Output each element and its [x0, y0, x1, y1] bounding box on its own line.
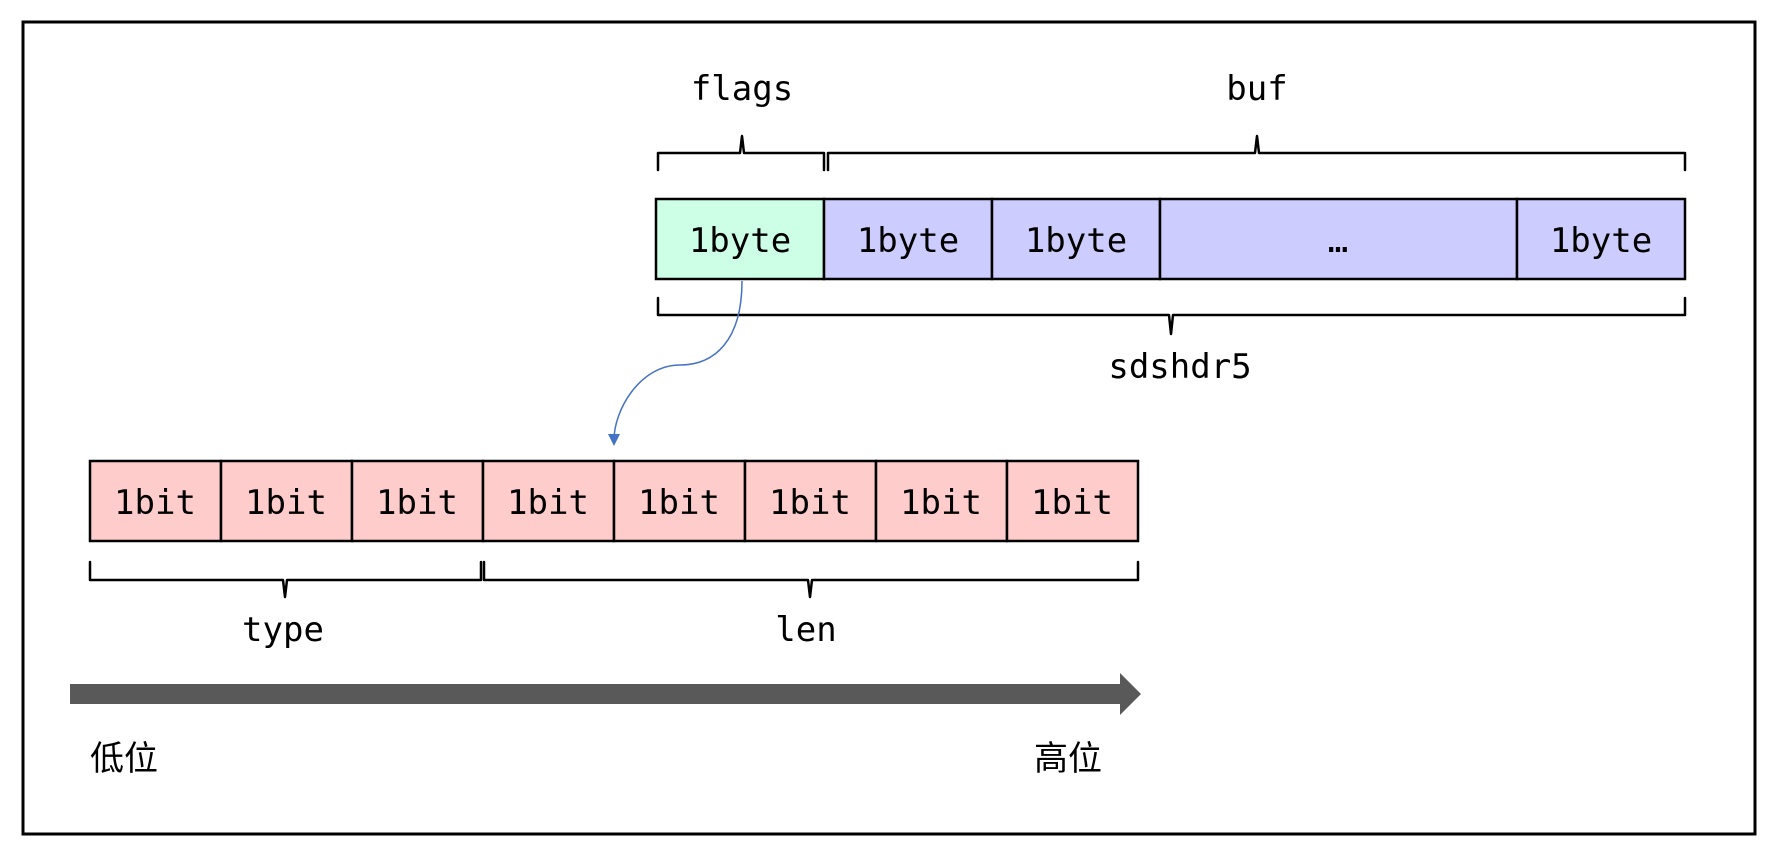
header-cell-label: 1byte	[689, 221, 791, 261]
flags-label: flags	[691, 69, 793, 109]
sdshdr5-label: sdshdr5	[1108, 347, 1251, 387]
flags-brace	[656, 134, 826, 172]
diagram-frame	[21, 20, 1757, 836]
len-label: len	[775, 610, 836, 650]
flags-connector	[608, 280, 743, 446]
sdshdr5-diagram: 1byte 1byte 1byte … 1byte flags buf sdsh…	[21, 20, 1757, 836]
sdshdr5-brace	[656, 296, 1687, 336]
bit-cell-label: 1bit	[638, 483, 720, 523]
type-label: type	[242, 610, 324, 650]
header-cell-label: …	[1328, 221, 1348, 261]
bit-cell-label: 1bit	[507, 483, 589, 523]
bit-order-arrow	[70, 673, 1141, 715]
bit-cell-label: 1bit	[376, 483, 458, 523]
len-brace	[482, 560, 1140, 599]
header-cell-label: 1byte	[1025, 221, 1127, 261]
bit-cell-label: 1bit	[1031, 483, 1113, 523]
bit-cell-label: 1bit	[900, 483, 982, 523]
bit-cell-label: 1bit	[114, 483, 196, 523]
bit-cell-label: 1bit	[769, 483, 851, 523]
buf-brace	[826, 134, 1687, 172]
type-brace	[88, 560, 483, 599]
header-cell-label: 1byte	[857, 221, 959, 261]
bit-cell-label: 1bit	[245, 483, 327, 523]
header-cell-label: 1byte	[1550, 221, 1652, 261]
low-bit-label: 低位	[90, 739, 158, 779]
buf-label: buf	[1226, 69, 1287, 109]
header-row: 1byte 1byte 1byte … 1byte	[654, 197, 1687, 281]
high-bit-label: 高位	[1034, 739, 1102, 779]
bit-row: 1bit 1bit 1bit 1bit 1bit 1bit 1bit 1bit	[88, 459, 1140, 543]
